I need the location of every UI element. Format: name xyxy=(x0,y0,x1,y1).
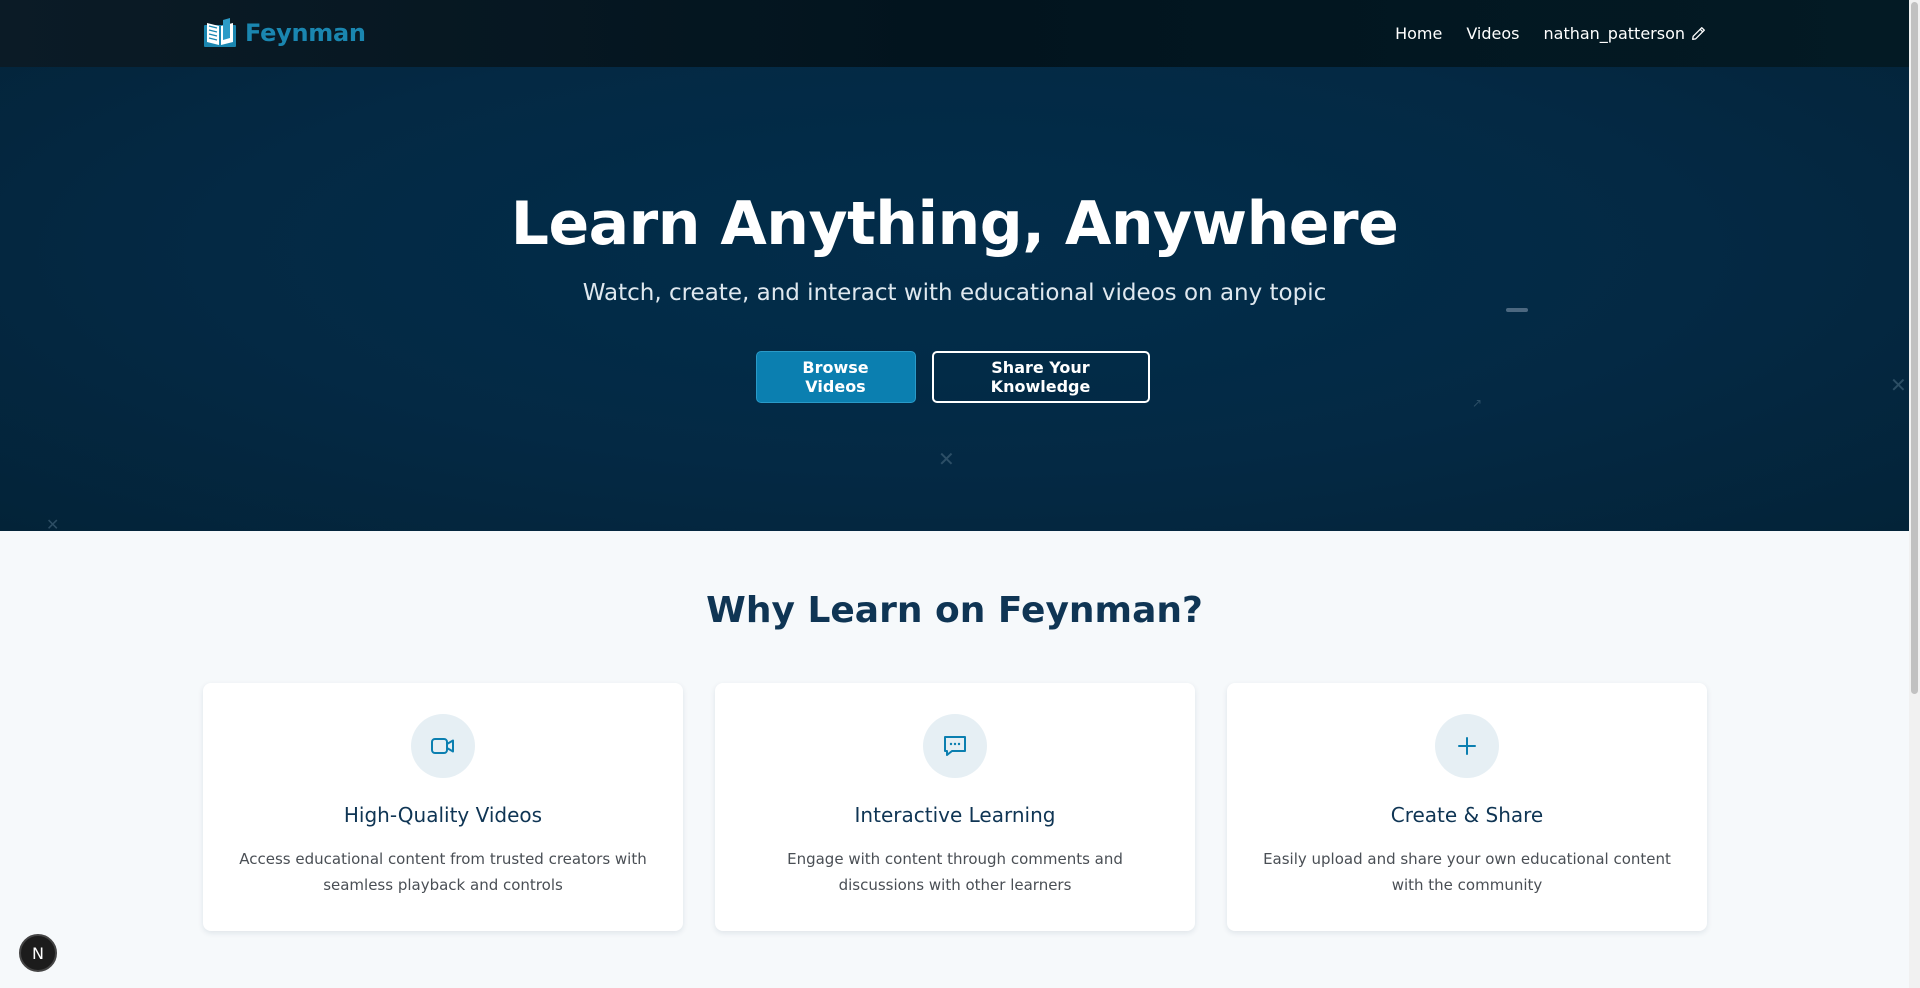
hero-buttons: Browse Videos Share Your Knowledge xyxy=(0,351,1909,403)
browse-videos-button[interactable]: Browse Videos xyxy=(755,351,916,403)
decorative-glyph: ✕ xyxy=(938,447,955,471)
page-scrollbar[interactable] xyxy=(1909,0,1920,988)
features-title: Why Learn on Feynman? xyxy=(706,590,1203,631)
hero-subtitle: Watch, create, and interact with educati… xyxy=(582,280,1327,306)
nextjs-dev-badge[interactable]: N xyxy=(19,934,57,972)
feature-card-description: Engage with content through comments and… xyxy=(787,850,1123,894)
feature-icon-circle xyxy=(411,714,475,778)
nav-link-home[interactable]: Home xyxy=(1395,24,1442,43)
pencil-icon xyxy=(1692,27,1705,40)
open-book-icon xyxy=(204,18,236,47)
features-section: Why Learn on Feynman? High-Quality Video… xyxy=(0,531,1909,988)
navbar: Feynman Home Videos nathan_patterson xyxy=(0,0,1909,67)
feature-icon-circle xyxy=(1435,714,1499,778)
feature-card-description: Easily upload and share your own educati… xyxy=(1263,850,1671,894)
feature-card-title: Interactive Learning xyxy=(854,803,1056,827)
feature-card-title: Create & Share xyxy=(1390,803,1544,827)
nextjs-logo-icon: N xyxy=(32,943,44,963)
share-knowledge-button[interactable]: Share Your Knowledge xyxy=(931,351,1150,403)
decorative-dash xyxy=(1506,308,1528,312)
user-profile-link[interactable]: nathan_patterson xyxy=(1544,24,1707,43)
feature-card-title: High-Quality Videos xyxy=(343,803,543,827)
nav-link-videos[interactable]: Videos xyxy=(1466,24,1519,43)
feature-card-create: Create & Share Easily upload and share y… xyxy=(1227,683,1707,931)
username: nathan_patterson xyxy=(1543,24,1686,43)
chat-bubble-icon xyxy=(944,736,966,756)
video-camera-icon xyxy=(431,738,454,754)
brand-logo-link[interactable]: Feynman xyxy=(203,16,366,50)
feature-card-videos: High-Quality Videos Access educational c… xyxy=(203,683,683,931)
scrollbar-thumb[interactable] xyxy=(1911,2,1918,694)
hero-section: ↗ ✕ ✕ ✕ Learn Anything, Anywhere Watch, … xyxy=(0,67,1909,531)
feature-card-description: Access educational content from trusted … xyxy=(239,850,647,894)
feature-icon-circle xyxy=(923,714,987,778)
plus-icon xyxy=(1458,737,1476,755)
nav-links: Home Videos nathan_patterson xyxy=(1395,0,1706,67)
hero-title: Learn Anything, Anywhere xyxy=(510,189,1399,259)
feature-card-interactive: Interactive Learning Engage with content… xyxy=(715,683,1195,931)
brand-name: Feynman xyxy=(245,19,366,47)
decorative-glyph: ✕ xyxy=(46,515,60,531)
feature-cards: High-Quality Videos Access educational c… xyxy=(203,683,1707,931)
